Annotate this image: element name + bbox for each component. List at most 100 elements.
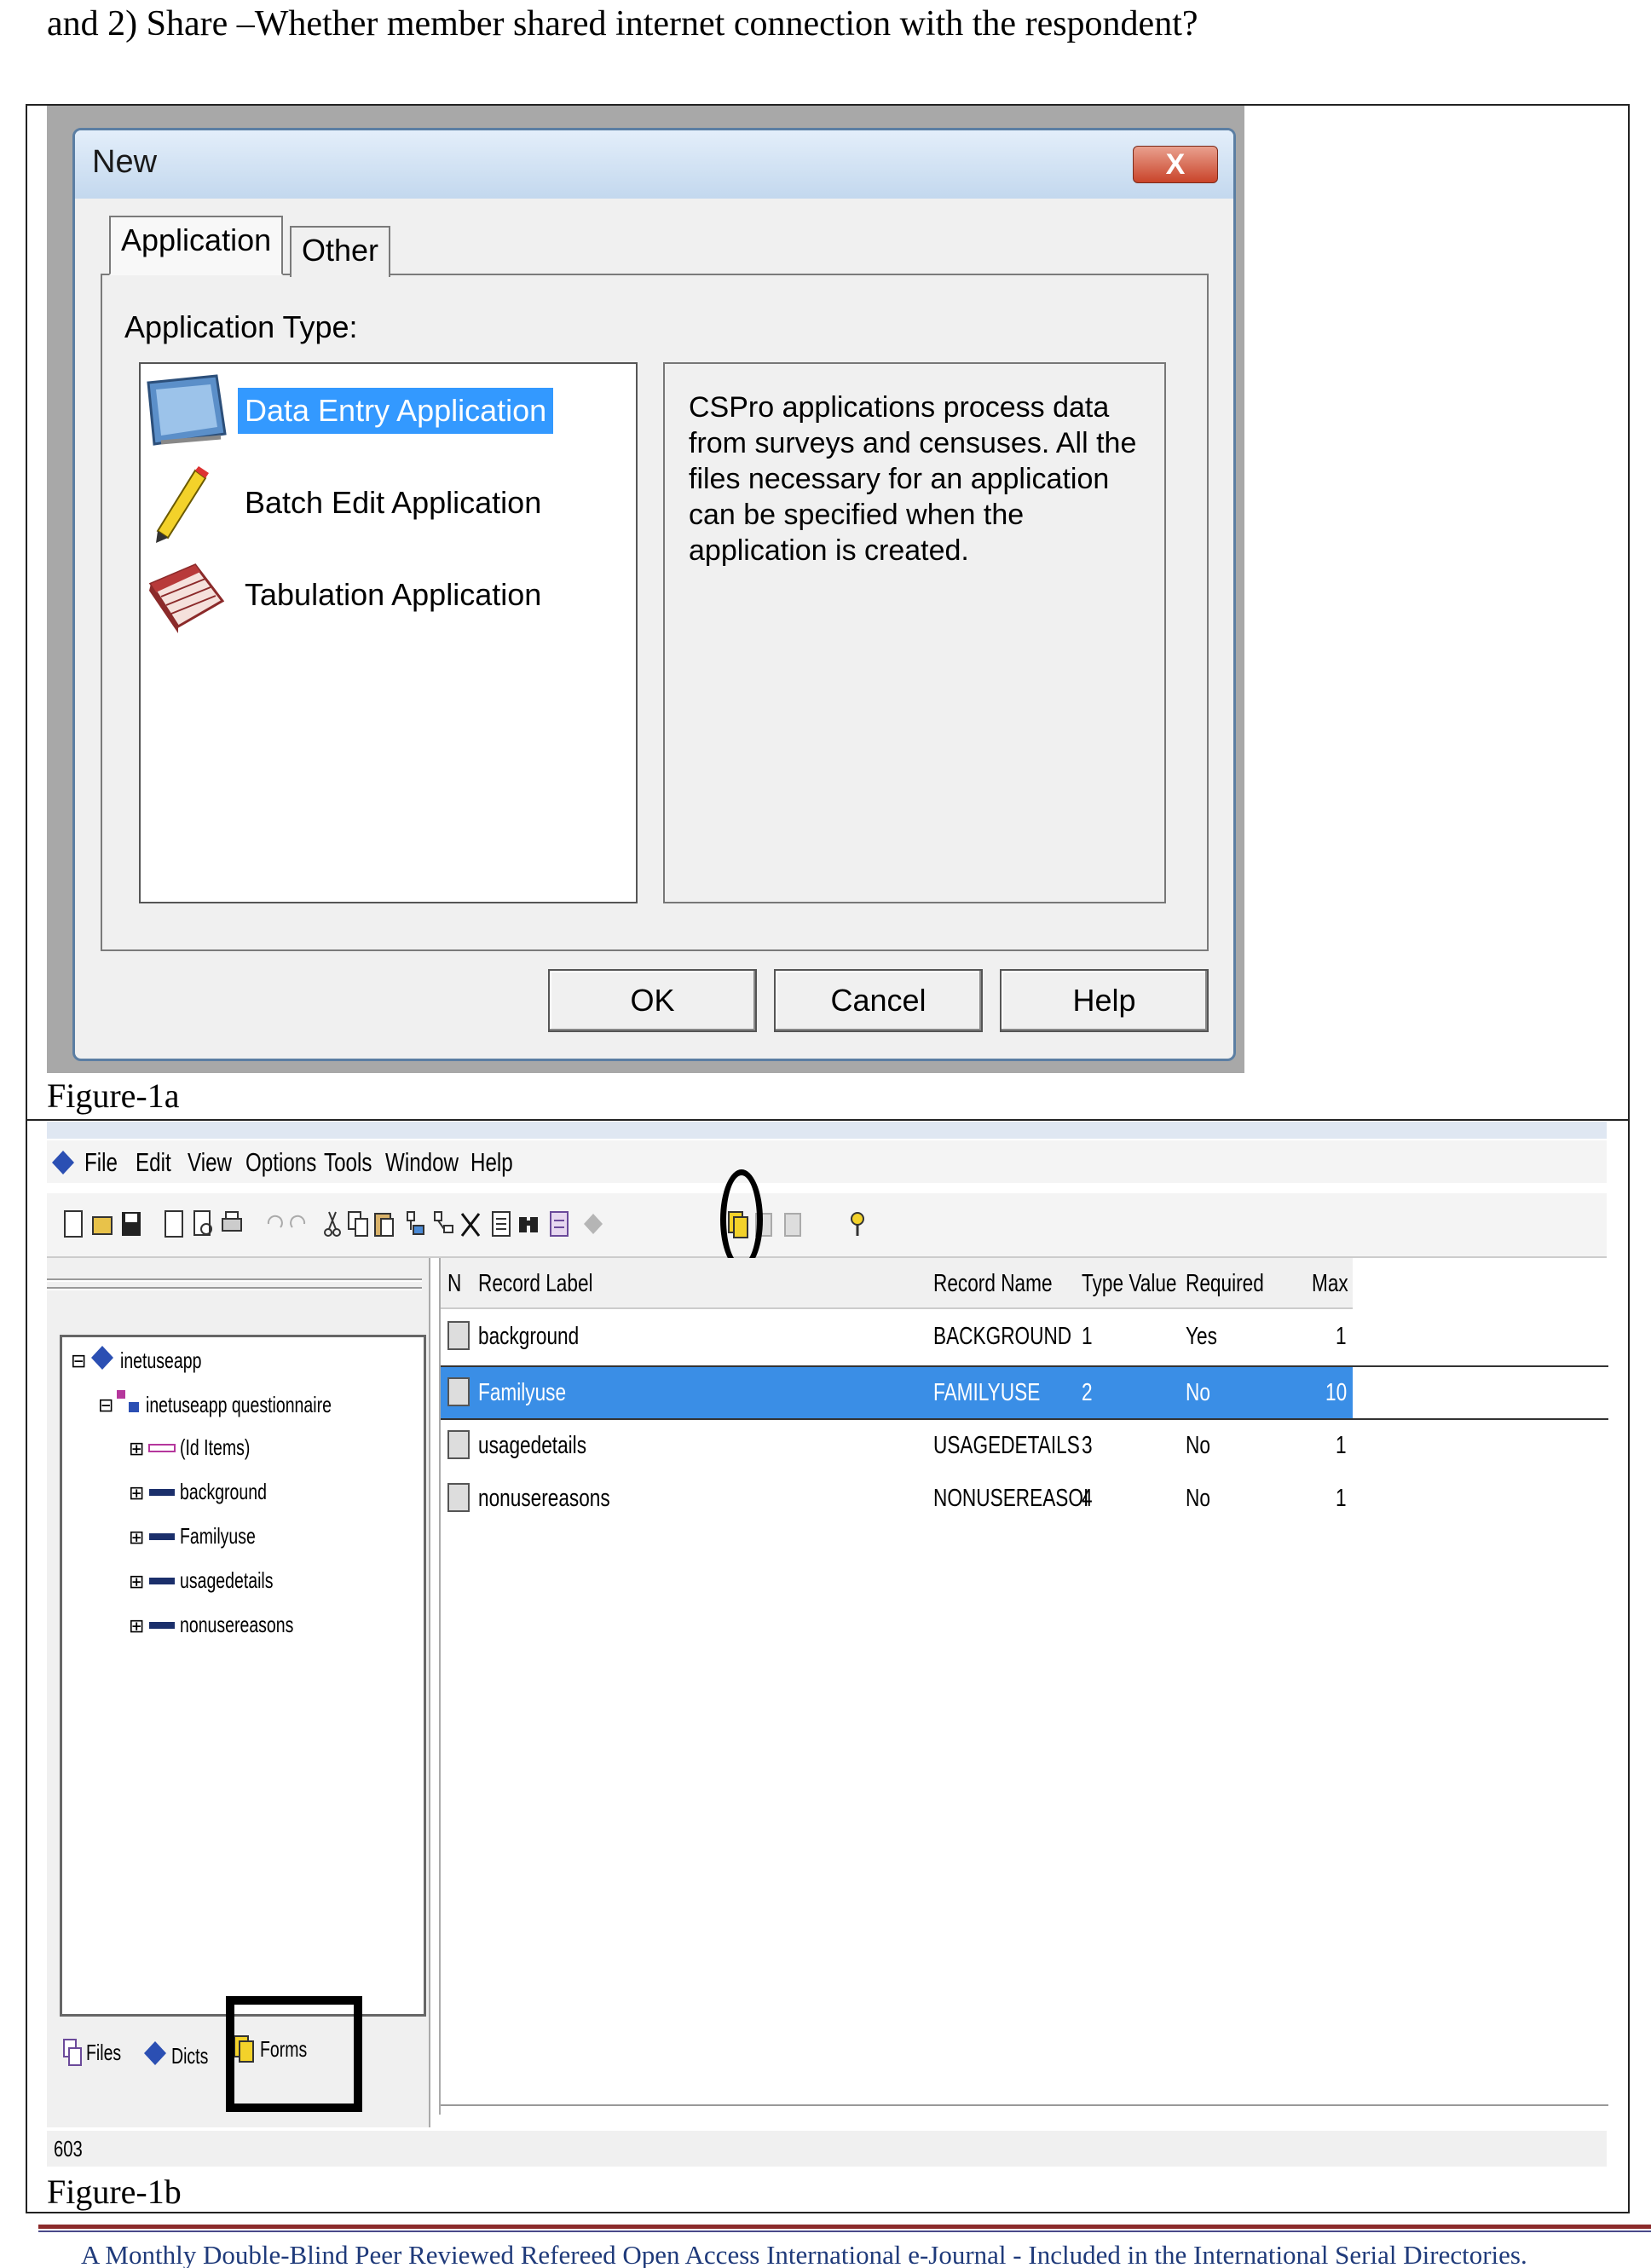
dictionary-icon[interactable] — [582, 1209, 604, 1239]
expand-icon[interactable]: ⊞ — [129, 1526, 144, 1549]
menu-edit[interactable]: Edit — [136, 1147, 171, 1178]
tree-node-questionnaire[interactable]: inetuseapp questionnaire — [146, 1392, 332, 1418]
expand-icon[interactable]: ⊞ — [129, 1571, 144, 1593]
add-item-icon[interactable] — [432, 1209, 454, 1239]
find-icon[interactable] — [517, 1209, 540, 1239]
cancel-button[interactable]: Cancel — [774, 969, 983, 1032]
row-selector[interactable] — [447, 1321, 470, 1350]
tree-node-root[interactable]: inetuseapp — [120, 1348, 201, 1374]
figure-1a-caption: Figure-1a — [47, 1076, 180, 1115]
ok-button[interactable]: OK — [548, 969, 757, 1032]
expand-icon[interactable]: ⊞ — [129, 1615, 144, 1637]
grid-bottom-divider — [441, 2104, 1608, 2108]
collapse-icon[interactable]: ⊟ — [71, 1350, 86, 1372]
tree-node-familyuse[interactable]: Familyuse — [180, 1523, 256, 1550]
tab-other[interactable]: Other — [290, 226, 391, 277]
cell-record-name: BACKGROUND — [933, 1323, 1072, 1350]
figure-divider — [26, 1119, 1630, 1121]
app-item-tabulation[interactable]: Tabulation Application — [144, 551, 630, 641]
cell-required: Yes — [1186, 1323, 1217, 1350]
delete-icon[interactable] — [459, 1209, 482, 1239]
cell-required: No — [1186, 1485, 1210, 1512]
menu-options[interactable]: Options — [245, 1147, 316, 1178]
menu-view[interactable]: View — [188, 1147, 232, 1178]
grid-header: N Record Label Record Name Type Value Re… — [441, 1258, 1353, 1309]
cell-record-label: usagedetails — [478, 1432, 587, 1459]
header-record-name[interactable]: Record Name — [933, 1270, 1053, 1298]
help-icon[interactable] — [846, 1209, 869, 1239]
status-bar: 603 — [47, 2131, 1607, 2167]
cell-record-label: Familyuse — [478, 1379, 567, 1406]
properties-icon[interactable] — [490, 1209, 512, 1239]
cell-max: 1 — [1336, 1323, 1347, 1350]
close-button[interactable]: X — [1133, 146, 1218, 183]
cell-type-value: 3 — [1082, 1432, 1093, 1459]
table-row[interactable]: nonusereasons NONUSEREASOI 4 No 1 — [441, 1473, 1608, 1526]
app-item-label: Tabulation Application — [245, 577, 542, 612]
footer-rule — [38, 2225, 1651, 2229]
pane-separator — [47, 1278, 422, 1282]
row-selector[interactable] — [447, 1377, 470, 1406]
header-required[interactable]: Required — [1186, 1270, 1264, 1298]
record-icon — [149, 1622, 175, 1629]
print-preview-icon[interactable] — [192, 1209, 214, 1239]
redo-icon[interactable] — [287, 1209, 309, 1239]
page-icon[interactable] — [163, 1209, 185, 1239]
table-row[interactable]: usagedetails USAGEDETAILS 3 No 1 — [441, 1420, 1608, 1473]
data-entry-icon — [147, 374, 227, 446]
undo-icon[interactable] — [263, 1209, 286, 1239]
open-folder-icon[interactable] — [91, 1209, 113, 1239]
header-max[interactable]: Max — [1312, 1270, 1348, 1298]
files-icon — [63, 2039, 82, 2066]
header-record-label[interactable]: Record Label — [478, 1270, 593, 1298]
close-icon: X — [1165, 148, 1186, 181]
cell-record-name: FAMILYUSE — [933, 1379, 1041, 1406]
header-type-value[interactable]: Type Value — [1082, 1270, 1177, 1298]
header-n[interactable]: N — [447, 1270, 461, 1298]
collapse-icon[interactable]: ⊟ — [98, 1394, 113, 1417]
toolbar — [47, 1193, 1607, 1258]
menu-help[interactable]: Help — [470, 1147, 513, 1178]
menu-tools[interactable]: Tools — [324, 1147, 372, 1178]
tab-application[interactable]: Application — [109, 216, 284, 275]
description-box: CSPro applications process data from sur… — [663, 362, 1166, 903]
tree-node-id-items[interactable]: (Id Items) — [180, 1434, 250, 1461]
cell-type-value: 4 — [1082, 1485, 1093, 1512]
questionnaire-icon — [117, 1390, 139, 1412]
tree-node-usagedetails[interactable]: usagedetails — [180, 1567, 274, 1594]
row-selector[interactable] — [447, 1483, 470, 1512]
window-title-strip — [47, 1122, 1607, 1139]
print-icon[interactable] — [221, 1209, 243, 1239]
cut-icon[interactable] — [321, 1209, 343, 1239]
layout-icon[interactable] — [548, 1209, 570, 1239]
table-row[interactable]: background BACKGROUND 1 Yes 1 — [441, 1311, 1608, 1364]
cell-record-label: background — [478, 1323, 580, 1350]
new-file-icon[interactable] — [62, 1209, 84, 1239]
menu-file[interactable]: File — [84, 1147, 118, 1178]
id-items-icon — [148, 1444, 176, 1452]
tree-node-background[interactable]: background — [180, 1479, 267, 1505]
row-selector[interactable] — [447, 1430, 470, 1459]
add-record-icon[interactable] — [405, 1209, 427, 1239]
app-item-data-entry[interactable]: Data Entry Application — [144, 367, 630, 457]
record-icon — [149, 1578, 175, 1584]
cell-required: No — [1186, 1379, 1210, 1406]
description-text: CSPro applications process data from sur… — [689, 391, 1137, 567]
table-row-selected[interactable]: Familyuse FAMILYUSE 2 No 10 — [441, 1367, 1353, 1418]
expand-icon[interactable]: ⊞ — [129, 1482, 144, 1504]
dialog-titlebar: New X — [75, 130, 1233, 199]
app-item-batch-edit[interactable]: Batch Edit Application — [144, 459, 630, 549]
copy-icon[interactable] — [347, 1209, 369, 1239]
tab-files[interactable]: Files — [86, 2040, 121, 2066]
logic-icon[interactable] — [782, 1209, 804, 1239]
intro-text: and 2) Share –Whether member shared inte… — [47, 4, 1198, 43]
help-button[interactable]: Help — [1000, 969, 1209, 1032]
records-grid: N Record Label Record Name Type Value Re… — [439, 1258, 1608, 2115]
save-icon[interactable] — [120, 1209, 142, 1239]
paste-icon[interactable] — [372, 1209, 395, 1239]
tree-node-nonusereasons[interactable]: nonusereasons — [180, 1612, 293, 1638]
dialog-title: New — [92, 144, 158, 180]
expand-icon[interactable]: ⊞ — [129, 1438, 144, 1460]
menu-window[interactable]: Window — [385, 1147, 459, 1178]
tab-dicts[interactable]: Dicts — [171, 2043, 208, 2069]
